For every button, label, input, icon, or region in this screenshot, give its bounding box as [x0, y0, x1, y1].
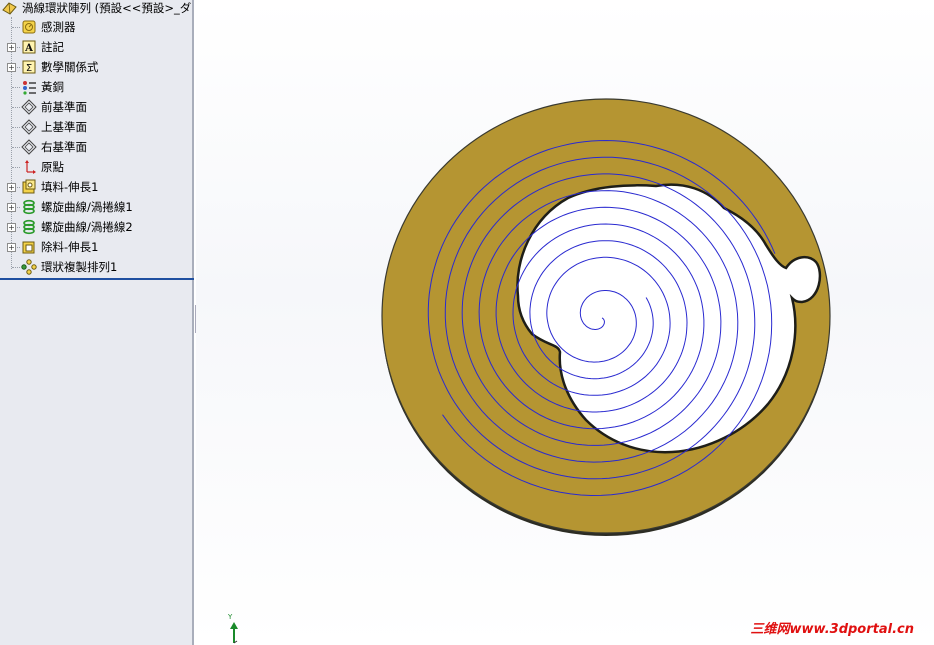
- svg-text:A: A: [24, 43, 33, 54]
- sensor-icon: [22, 20, 36, 34]
- tree-item-label: 螺旋曲線/渦捲線2: [41, 220, 133, 234]
- plane-icon: [21, 99, 37, 115]
- tree-item[interactable]: + Σ 數學關係式: [7, 58, 188, 76]
- tree-item-label: 上基準面: [41, 120, 87, 134]
- rollback-bar[interactable]: [0, 278, 194, 280]
- tree-item[interactable]: + 螺旋曲線/渦捲線2: [7, 218, 188, 236]
- helix-icon: [23, 199, 35, 215]
- model-view: [381, 98, 831, 536]
- svg-text:Σ: Σ: [26, 63, 32, 74]
- expand-toggle-icon[interactable]: +: [7, 183, 16, 192]
- tree-item-label: 數學關係式: [41, 60, 99, 74]
- graphics-viewport[interactable]: Y 三维网www.3dportal.cn: [196, 0, 934, 645]
- tree-item[interactable]: 上基準面: [8, 118, 188, 136]
- plane-icon: [21, 139, 37, 155]
- triad-arrow-icon: [230, 622, 238, 644]
- expand-toggle-icon[interactable]: +: [7, 203, 16, 212]
- expand-toggle-icon[interactable]: +: [7, 223, 16, 232]
- tree-item-label: 原點: [41, 160, 64, 174]
- circular-pattern-icon: [21, 259, 37, 275]
- tree-item[interactable]: 右基準面: [8, 138, 188, 156]
- plane-icon: [21, 119, 37, 135]
- tree-item-label: 除料-伸長1: [41, 240, 99, 254]
- tree-item[interactable]: + A 註記: [7, 38, 188, 56]
- tree-item-label: 註記: [41, 40, 64, 54]
- feature-manager-tree: 渦線環狀陣列 (預設<<預設>_ダ 感測器 + A 註記 + Σ 數學關係式黃銅前基準面上基…: [0, 0, 194, 645]
- view-triad: Y: [224, 613, 244, 645]
- tree-item[interactable]: + 除料-伸長1: [7, 238, 188, 256]
- expand-toggle-icon[interactable]: +: [7, 243, 16, 252]
- equation-icon: Σ: [22, 60, 36, 74]
- part-icon: [2, 2, 17, 15]
- tree-item[interactable]: 感測器: [8, 18, 188, 36]
- tree-item[interactable]: 黃銅: [8, 78, 188, 96]
- tree-root-label: 渦線環狀陣列 (預設<<預設>_ダ: [22, 1, 192, 15]
- tree-item-label: 前基準面: [41, 100, 87, 114]
- tree-item-label: 螺旋曲線/渦捲線1: [41, 200, 133, 214]
- tree-item[interactable]: 原點: [8, 158, 188, 176]
- tree-item[interactable]: 前基準面: [8, 98, 188, 116]
- tree-item-label: 環狀複製排列1: [41, 260, 118, 274]
- tree-item-label: 右基準面: [41, 140, 87, 154]
- tree-item-label: 黃銅: [41, 80, 64, 94]
- helix-icon: [23, 219, 35, 235]
- tree-root-part[interactable]: 渦線環狀陣列 (預設<<預設>_ダ: [2, 0, 192, 16]
- cut-extrude-icon: [22, 241, 35, 254]
- tree-item[interactable]: + 螺旋曲線/渦捲線1: [7, 198, 188, 216]
- tree-item[interactable]: + 填料-伸長1: [7, 178, 188, 196]
- origin-icon: [25, 160, 36, 174]
- extrude-icon: [22, 179, 36, 194]
- material-icon: [23, 81, 36, 95]
- tree-item-label: 填料-伸長1: [41, 180, 99, 194]
- expand-toggle-icon[interactable]: +: [7, 63, 16, 72]
- tree-item-label: 感測器: [41, 20, 76, 34]
- watermark: 三维网www.3dportal.cn: [750, 622, 914, 637]
- tree-item[interactable]: 環狀複製排列1: [8, 258, 188, 276]
- expand-toggle-icon[interactable]: +: [7, 43, 16, 52]
- annotation-icon: A: [22, 40, 36, 54]
